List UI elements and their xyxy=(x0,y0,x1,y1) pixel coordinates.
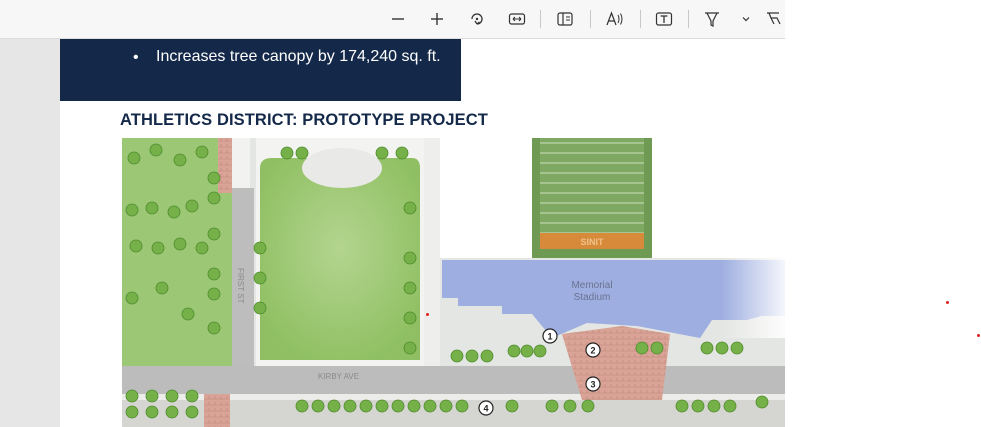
zoom-in-button[interactable] xyxy=(424,7,450,31)
annotation-dot xyxy=(426,313,429,316)
site-plan-map: SINIT Memorial Stadium FIRST ST KIRBY AV… xyxy=(122,138,785,427)
rotate-button[interactable] xyxy=(464,7,490,31)
cursor-marker xyxy=(946,301,949,304)
bullet-text: Increases tree canopy by 174,240 sq. ft. xyxy=(156,48,441,65)
plus-icon xyxy=(431,13,443,25)
draw-icon xyxy=(767,12,781,25)
text-icon xyxy=(655,12,673,26)
fit-width-icon xyxy=(508,13,526,25)
minus-icon xyxy=(392,18,404,20)
page-view-icon xyxy=(557,12,573,26)
rotate-icon xyxy=(471,13,483,25)
central-lawn xyxy=(260,158,420,360)
viewer-gutter xyxy=(0,39,60,427)
kirby-ave-road xyxy=(122,366,785,394)
viewer-background xyxy=(785,0,981,427)
stadium-label-line1: Memorial xyxy=(571,280,612,291)
highlight-box: • Increases tree canopy by 174,240 sq. f… xyxy=(60,39,461,101)
svg-text:2: 2 xyxy=(590,346,595,356)
page-view-button[interactable] xyxy=(552,7,578,31)
fit-width-button[interactable] xyxy=(504,7,530,31)
svg-text:1: 1 xyxy=(547,332,552,342)
marker-4: 4 xyxy=(478,400,494,416)
draw-button[interactable] xyxy=(765,7,785,31)
chevron-down-icon xyxy=(742,17,750,22)
zoom-out-button[interactable] xyxy=(385,7,411,31)
text-button[interactable] xyxy=(651,7,677,31)
kirby-ave-label: KIRBY AVE xyxy=(318,372,359,381)
end-zone-text: SINIT xyxy=(580,237,604,247)
pdf-toolbar xyxy=(0,0,785,39)
read-aloud-button[interactable] xyxy=(602,7,628,31)
first-st-label: FIRST ST xyxy=(236,268,245,304)
read-aloud-icon xyxy=(606,11,623,26)
svg-text:4: 4 xyxy=(483,404,488,414)
document-page: • Increases tree canopy by 174,240 sq. f… xyxy=(60,39,785,427)
highlight-icon xyxy=(705,12,719,27)
cursor-marker xyxy=(977,334,980,337)
stadium-label-line2: Stadium xyxy=(574,292,611,303)
svg-text:3: 3 xyxy=(590,380,595,390)
plaza-circle xyxy=(302,148,382,188)
marker-2: 2 xyxy=(585,342,601,358)
marker-1: 1 xyxy=(542,328,558,344)
marker-3: 3 xyxy=(585,376,601,392)
highlight-button[interactable] xyxy=(699,7,725,31)
bullet-marker: • xyxy=(133,49,139,66)
highlight-options-button[interactable] xyxy=(733,7,759,31)
section-heading: ATHLETICS DISTRICT: PROTOTYPE PROJECT xyxy=(120,111,488,129)
